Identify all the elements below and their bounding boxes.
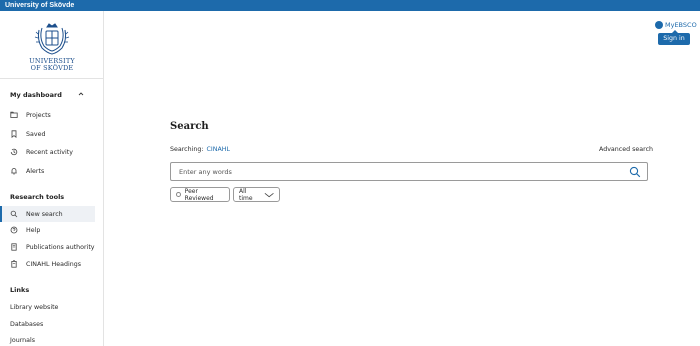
history-icon	[10, 148, 18, 156]
sidebar-item-recent-activity[interactable]: Recent activity	[0, 144, 95, 160]
help-icon	[10, 226, 18, 234]
chevron-down-icon	[264, 192, 274, 197]
sidebar-item-cinahl-headings[interactable]: CINAHL Headings	[0, 256, 95, 272]
link-journals[interactable]: Journals	[10, 337, 35, 344]
sidebar-item-help[interactable]: Help	[0, 222, 95, 238]
myebsco-label: MyEBSCO	[665, 21, 697, 29]
sidebar-item-projects[interactable]: Projects	[0, 107, 95, 123]
sign-in-button[interactable]: Sign in	[658, 30, 690, 45]
sidebar-item-label: Alerts	[26, 167, 45, 175]
bookmark-icon	[10, 130, 18, 138]
time-range-dropdown[interactable]: All time	[233, 187, 280, 202]
sidebar-item-label: CINAHL Headings	[26, 260, 81, 268]
institution-banner: University of Skövde	[0, 0, 700, 11]
sidebar-item-new-search[interactable]: New search	[0, 206, 95, 222]
sidebar-item-alerts[interactable]: Alerts	[0, 163, 95, 179]
research-tools-heading: Research tools	[10, 193, 65, 201]
headings-icon	[10, 260, 18, 268]
peer-reviewed-label: Peer Reviewed	[184, 187, 214, 202]
time-range-label: All time	[239, 187, 253, 202]
sidebar-item-label: Publications authority	[26, 243, 95, 251]
search-input[interactable]	[179, 166, 609, 178]
links-heading: Links	[10, 286, 30, 294]
link-databases[interactable]: Databases	[10, 321, 43, 328]
sidebar-item-label: Projects	[26, 111, 51, 119]
university-crest-icon	[34, 23, 70, 55]
page-title: Search	[170, 121, 209, 132]
search-box	[170, 162, 648, 181]
bell-icon	[10, 167, 18, 175]
database-selector-link[interactable]: CINAHL	[207, 146, 231, 153]
search-icon	[10, 210, 18, 218]
my-dashboard-heading[interactable]: My dashboard	[10, 91, 62, 99]
searching-prefix: Searching:	[170, 146, 204, 153]
myebsco-account-link[interactable]: MyEBSCO	[655, 21, 697, 29]
folder-icon	[10, 111, 18, 119]
chevron-up-icon[interactable]	[78, 91, 84, 97]
radio-circle-icon	[176, 192, 181, 197]
sidebar-item-label: Saved	[26, 130, 46, 138]
book-icon	[10, 243, 18, 251]
searching-database-label: Searching: CINAHL	[170, 146, 230, 153]
link-library-website[interactable]: Library website	[10, 304, 58, 311]
sidebar-item-label: Help	[26, 226, 41, 234]
sidebar-item-label: New search	[26, 210, 63, 218]
user-avatar-icon	[655, 21, 663, 29]
sidebar-item-publications-authority[interactable]: Publications authority	[0, 239, 95, 255]
logo-text-line2: OF SKÖVDE	[30, 64, 74, 72]
search-icon[interactable]	[629, 166, 641, 178]
peer-reviewed-filter[interactable]: Peer Reviewed	[170, 187, 230, 202]
university-logo[interactable]: UNIVERSITY OF SKÖVDE	[0, 11, 104, 79]
advanced-search-link[interactable]: Advanced search	[599, 146, 653, 153]
sidebar-item-saved[interactable]: Saved	[0, 126, 95, 142]
sidebar-item-label: Recent activity	[26, 148, 73, 156]
